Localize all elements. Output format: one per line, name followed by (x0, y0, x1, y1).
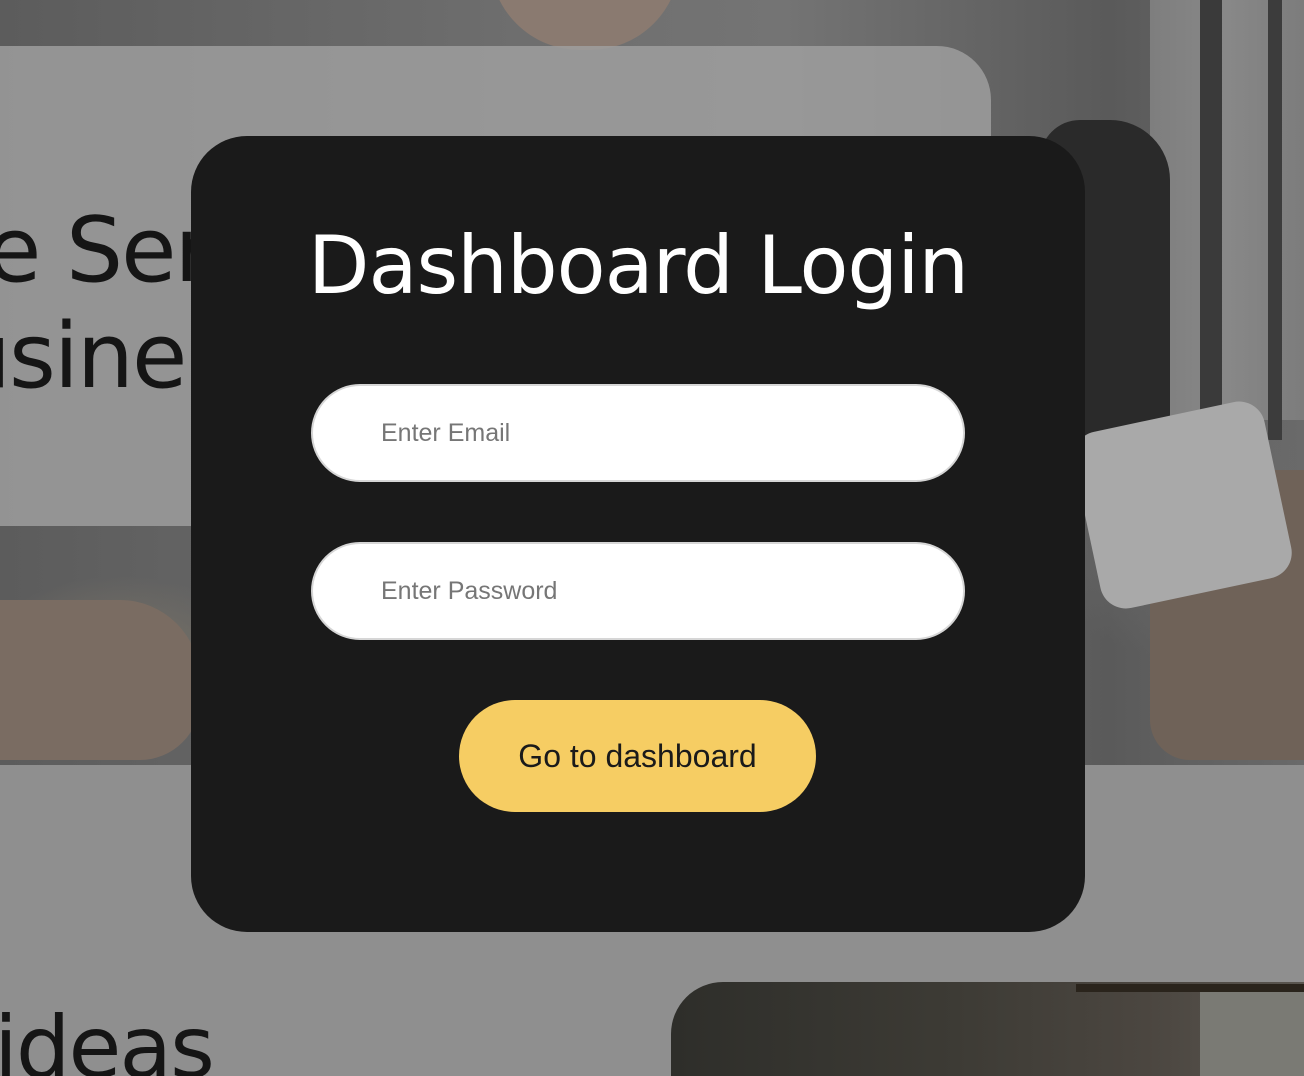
hero-photo-window-frame (1200, 0, 1222, 440)
login-title: Dashboard Login (307, 219, 969, 312)
hero-heading-line: usine (0, 304, 187, 409)
lower-photo-shelf (1076, 984, 1304, 992)
page: e Ser usine ideas Dashboard Login Go to … (0, 0, 1304, 1076)
password-input[interactable] (311, 542, 965, 640)
login-modal: Dashboard Login Go to dashboard (191, 136, 1085, 932)
hero-heading: e Ser usine (0, 198, 211, 410)
lower-section-heading: ideas (0, 998, 215, 1076)
lower-photo-highlight (1200, 992, 1304, 1076)
email-input[interactable] (311, 384, 965, 482)
hero-photo-window-frame (1268, 0, 1282, 440)
hero-heading-line: e Ser (0, 198, 211, 303)
hero-photo-hand (0, 600, 200, 760)
go-to-dashboard-button[interactable]: Go to dashboard (459, 700, 816, 812)
